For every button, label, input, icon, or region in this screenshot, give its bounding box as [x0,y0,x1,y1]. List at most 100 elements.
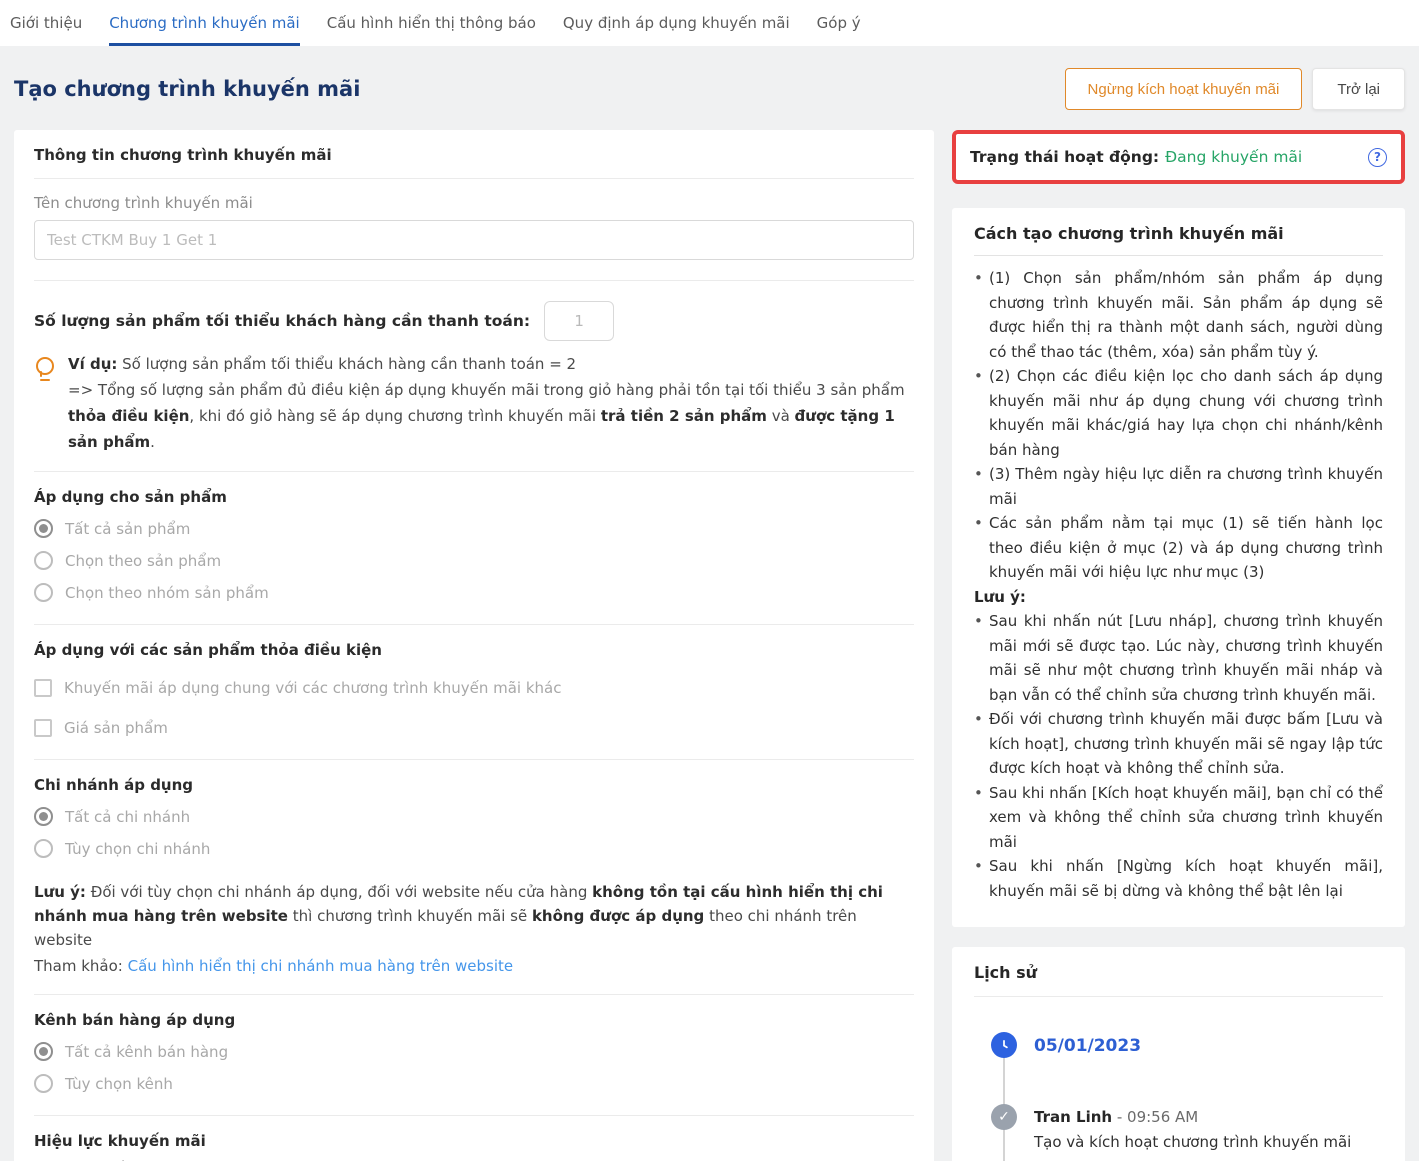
example-block: Ví dụ: Số lượng sản phẩm tối thiểu khách… [34,351,914,455]
status-box: Trạng thái hoạt động: Đang khuyến mãi ? [952,130,1405,184]
divider [34,280,914,281]
checkbox-icon [34,719,52,737]
radio-label: Tất cả chi nhánh [65,808,190,826]
checkbox-option[interactable]: Khuyến mãi áp dụng chung với các chương … [34,679,914,697]
top-tab-bar: Giới thiệu Chương trình khuyến mãi Cấu h… [0,0,1419,46]
divider [34,994,914,995]
promotion-name-input[interactable] [34,220,914,260]
nav-tab[interactable]: Cấu hình hiển thị thông báo [327,0,536,46]
nav-tab-label: Góp ý [817,14,861,32]
validity-title: Hiệu lực khuyến mãi [34,1132,914,1150]
reference-label: Tham khảo: [34,957,128,975]
timeline-date-item: 05/01/2023 [1034,1033,1383,1059]
min-qty-input[interactable] [544,301,614,341]
divider [34,759,914,760]
divider [34,178,914,179]
divider [974,996,1383,997]
radio-option[interactable]: Tùy chọn chi nhánh [34,839,914,858]
guide-notes-list: Sau khi nhấn nút [Lưu nháp], chương trìn… [974,609,1383,903]
divider [34,624,914,625]
example-text: Ví dụ: Số lượng sản phẩm tối thiểu khách… [68,351,914,455]
nav-tab[interactable]: Chương trình khuyến mãi [109,0,300,46]
nav-tab[interactable]: Quy định áp dụng khuyến mãi [563,0,790,46]
clock-icon [991,1032,1017,1058]
radio-icon [34,1042,53,1061]
guide-bullet: (2) Chọn các điều kiện lọc cho danh sách… [974,364,1383,462]
name-field-label: Tên chương trình khuyến mãi [34,194,914,212]
right-column: Trạng thái hoạt động: Đang khuyến mãi ? … [952,130,1405,1161]
nav-tab[interactable]: Giới thiệu [10,0,82,46]
example-line-2: => Tổng số lượng sản phẩm đủ điều kiện á… [68,377,914,455]
info-section-title: Thông tin chương trình khuyến mãi [34,146,914,164]
radio-option[interactable]: Tất cả sản phẩm [34,519,914,538]
checkbox-label: Giá sản phẩm [64,719,168,737]
channel-title: Kênh bán hàng áp dụng [34,1011,914,1029]
nav-tab-label: Giới thiệu [10,14,82,32]
status-label: Trạng thái hoạt động: [970,148,1159,166]
guide-steps-list: (1) Chọn sản phẩm/nhóm sản phẩm áp dụng … [974,266,1383,585]
radio-option[interactable]: Tất cả chi nhánh [34,807,914,826]
page-header: Tạo chương trình khuyến mãi Ngừng kích h… [0,68,1419,110]
guide-bullet: (1) Chọn sản phẩm/nhóm sản phẩm áp dụng … [974,266,1383,364]
history-title: Lịch sử [974,963,1383,982]
nav-tab-label: Chương trình khuyến mãi [109,14,300,32]
timeline-time: - 09:56 AM [1117,1108,1198,1126]
guide-title: Cách tạo chương trình khuyến mãi [974,224,1383,243]
radio-icon [34,807,53,826]
guide-card: Cách tạo chương trình khuyến mãi (1) Chọ… [952,208,1405,927]
radio-icon [34,583,53,602]
check-icon: ✓ [991,1104,1017,1130]
nav-tab[interactable]: Góp ý [817,0,861,46]
radio-option[interactable]: Tùy chọn kênh [34,1074,914,1093]
radio-icon [34,1074,53,1093]
radio-label: Tùy chọn kênh [65,1075,173,1093]
light-bulb-icon [34,351,68,455]
divider [974,255,1383,256]
radio-option[interactable]: Tất cả kênh bán hàng [34,1042,914,1061]
checkbox-option[interactable]: Giá sản phẩm [34,719,914,737]
back-button[interactable]: Trở lại [1312,68,1405,110]
guide-bullet: Các sản phẩm nằm tại mục (1) sẽ tiến hàn… [974,511,1383,585]
timeline-user: Tran Linh [1034,1108,1112,1126]
branch-config-link[interactable]: Cấu hình hiển thị chi nhánh mua hàng trê… [128,957,513,975]
apply-product-options: Tất cả sản phẩm Chọn theo sản phẩm Chọn … [34,519,914,602]
radio-label: Tùy chọn chi nhánh [65,840,210,858]
radio-label: Chọn theo sản phẩm [65,552,221,570]
status-value: Đang khuyến mãi [1165,148,1368,166]
page-title: Tạo chương trình khuyến mãi [14,77,360,101]
deactivate-promotion-button[interactable]: Ngừng kích hoạt khuyến mãi [1065,68,1303,110]
radio-label: Chọn theo nhóm sản phẩm [65,584,269,602]
guide-bullet: Đối với chương trình khuyến mãi được bấm… [974,707,1383,781]
apply-condition-options: Khuyến mãi áp dụng chung với các chương … [34,679,914,737]
branch-note: Lưu ý: Đối với tùy chọn chi nhánh áp dụn… [34,880,914,952]
radio-option[interactable]: Chọn theo sản phẩm [34,551,914,570]
example-line-1: Ví dụ: Số lượng sản phẩm tối thiểu khách… [68,351,914,377]
channel-options: Tất cả kênh bán hàng Tùy chọn kênh [34,1042,914,1093]
branch-title: Chi nhánh áp dụng [34,776,914,794]
header-buttons: Ngừng kích hoạt khuyến mãi Trở lại [1065,68,1405,110]
help-icon[interactable]: ? [1368,148,1387,167]
timeline-date: 05/01/2023 [1034,1033,1383,1059]
checkbox-label: Khuyến mãi áp dụng chung với các chương … [64,679,561,697]
min-qty-row: Số lượng sản phẩm tối thiểu khách hàng c… [34,301,914,341]
radio-option[interactable]: Chọn theo nhóm sản phẩm [34,583,914,602]
history-timeline: 05/01/2023 ✓ Tran Linh - 09:56 AM Tạo và… [974,1033,1383,1161]
timeline-entry-header: Tran Linh - 09:56 AM [1034,1105,1383,1129]
checkbox-icon [34,679,52,697]
promotion-form-card: Thông tin chương trình khuyến mãi Tên ch… [14,130,934,1161]
guide-bullet: Sau khi nhấn nút [Lưu nháp], chương trìn… [974,609,1383,707]
apply-product-title: Áp dụng cho sản phẩm [34,488,914,506]
nav-tab-label: Quy định áp dụng khuyến mãi [563,14,790,32]
timeline-action: Tạo và kích hoạt chương trình khuyến mãi [1034,1129,1383,1155]
nav-tab-label: Cấu hình hiển thị thông báo [327,14,536,32]
radio-label: Tất cả kênh bán hàng [65,1043,228,1061]
guide-note-label: Lưu ý: [974,585,1383,610]
radio-icon [34,551,53,570]
apply-condition-title: Áp dụng với các sản phẩm thỏa điều kiện [34,641,914,659]
divider [34,471,914,472]
content-area: Thông tin chương trình khuyến mãi Tên ch… [0,130,1419,1161]
guide-bullet: (3) Thêm ngày hiệu lực diễn ra chương tr… [974,462,1383,511]
branch-options: Tất cả chi nhánh Tùy chọn chi nhánh [34,807,914,858]
divider [34,1115,914,1116]
min-qty-label: Số lượng sản phẩm tối thiểu khách hàng c… [34,312,530,330]
